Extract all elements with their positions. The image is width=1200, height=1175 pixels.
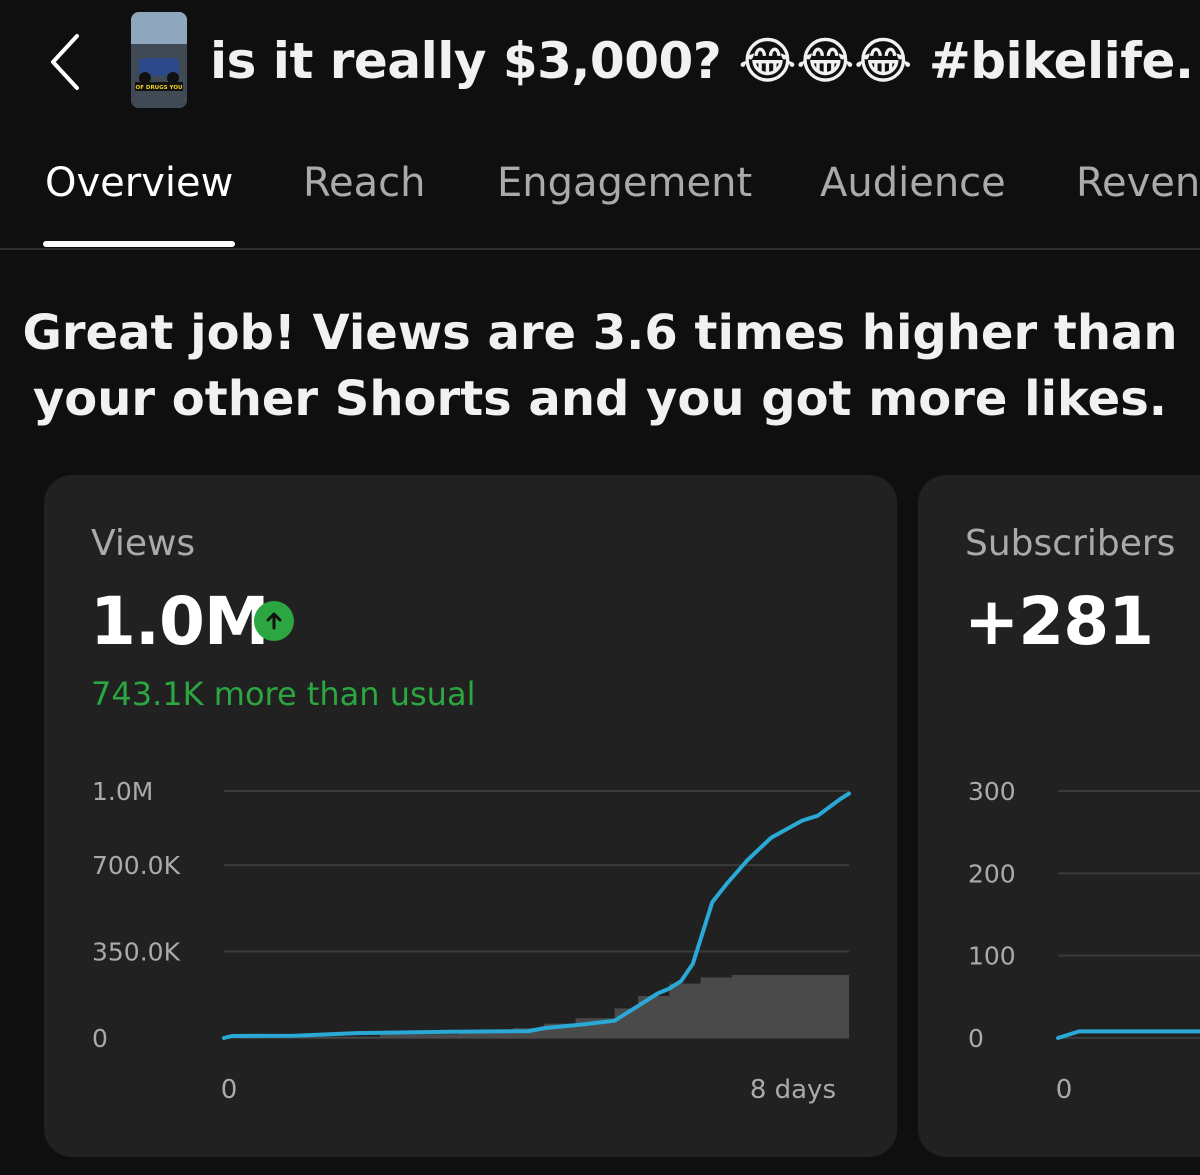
back-button[interactable] [40, 30, 90, 94]
y-tick-label: 350.0K [92, 938, 181, 967]
tab-engagement[interactable]: Engagement [497, 160, 752, 206]
x-tick-label: 0 [1056, 1075, 1073, 1105]
y-tick-label: 0 [92, 1024, 108, 1053]
subscribers-card[interactable]: Subscribers +281 300 200 100 0 0 [918, 475, 1200, 1157]
video-thumbnail[interactable]: OF DRUGS YOU [131, 12, 187, 108]
y-tick-label: 1.0M [92, 777, 153, 806]
chevron-left-icon [51, 34, 79, 90]
active-tab-indicator [43, 241, 235, 247]
tab-revenue[interactable]: Reven [1076, 160, 1200, 206]
thumbnail-image: OF DRUGS YOU [131, 12, 187, 108]
y-tick-label: 100 [968, 942, 1016, 971]
tab-audience[interactable]: Audience [820, 160, 1006, 206]
tab-reach[interactable]: Reach [303, 160, 425, 206]
top-bar: OF DRUGS YOU is it really $3,000? 😂😂😂 #b… [0, 0, 1200, 125]
views-chart: 1.0M 700.0K 350.0K 0 0 8 days [92, 777, 851, 1105]
tab-overview[interactable]: Overview [45, 160, 233, 206]
performance-headline: Great job! Views are 3.6 times higher th… [0, 300, 1200, 432]
x-tick-label: 8 days [750, 1075, 836, 1105]
y-tick-label: 700.0K [92, 851, 181, 880]
tab-bar: Overview Reach Engagement Audience Reven [0, 140, 1200, 250]
thumbnail-caption: OF DRUGS YOU [136, 85, 183, 91]
y-tick-label: 300 [968, 777, 1016, 806]
y-tick-label: 0 [968, 1024, 984, 1053]
views-card[interactable]: Views 1.0M 743.1K more than usual 1.0M 70… [44, 475, 897, 1157]
headline-line-2: your other Shorts and you got more likes… [32, 371, 1168, 427]
video-title: is it really $3,000? 😂😂😂 #bikelife... [210, 32, 1195, 90]
y-tick-label: 200 [968, 859, 1016, 888]
subscribers-chart: 300 200 100 0 0 [968, 777, 1200, 1105]
x-tick-label: 0 [221, 1075, 238, 1105]
headline-line-1: Great job! Views are 3.6 times higher th… [22, 305, 1178, 361]
